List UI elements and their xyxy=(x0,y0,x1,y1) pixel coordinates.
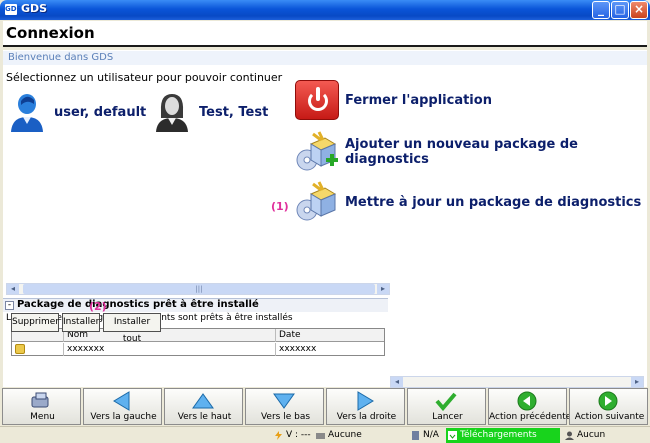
pending-header: - Package de diagnostics prêt à être ins… xyxy=(3,298,388,312)
voltage-status: V : --- xyxy=(272,428,312,443)
launch-button[interactable]: Lancer xyxy=(407,388,486,425)
pending-packages-section: - Package de diagnostics prêt à être ins… xyxy=(3,298,388,388)
add-package-icon xyxy=(295,130,339,174)
power-icon xyxy=(295,80,339,120)
toolbar-label: Vers la gauche xyxy=(90,412,157,422)
horizontal-scrollbar[interactable]: ◂ ||| ▸ xyxy=(6,283,390,295)
right-button[interactable]: Vers la droite xyxy=(326,388,405,425)
scroll-thumb[interactable]: ||| xyxy=(23,284,375,294)
install-all-button[interactable]: Installer tout xyxy=(103,313,161,344)
package-name: xxxxxxx xyxy=(64,343,276,356)
table-row[interactable]: xxxxxxx xxxxxxx xyxy=(12,343,384,356)
action-label: Mettre à jour un package de diagnostics xyxy=(345,194,642,210)
add-package-action[interactable]: Ajouter un nouveau package de diagnostic… xyxy=(295,130,647,174)
maximize-button[interactable]: □ xyxy=(611,1,629,19)
user-name: user, default xyxy=(54,104,147,120)
page-header: Connexion xyxy=(3,21,647,47)
menu-button[interactable]: Menu xyxy=(2,388,81,425)
instruction-text: Sélectionnez un utilisateur pour pouvoir… xyxy=(6,71,283,84)
user-status: Aucun utilisateur xyxy=(563,428,650,443)
scroll-right-icon[interactable]: ▸ xyxy=(377,284,389,294)
collapse-toggle[interactable]: - xyxy=(5,301,14,310)
delete-button[interactable]: Supprimer xyxy=(11,313,59,332)
arrow-up-icon xyxy=(192,393,214,409)
scroll-left-icon[interactable]: ◂ xyxy=(391,377,403,387)
check-icon xyxy=(435,392,457,411)
package-icon xyxy=(15,344,25,354)
column-header-date[interactable]: Date xyxy=(276,329,384,342)
action-label: Fermer l'application xyxy=(345,92,492,108)
previous-action-button[interactable]: Action précédente xyxy=(488,388,572,425)
annotation-two: (2) xyxy=(89,300,107,313)
arrow-down-icon xyxy=(273,393,295,409)
toolbar-label: Menu xyxy=(30,412,55,422)
arrow-left-icon xyxy=(113,391,130,411)
lightning-icon xyxy=(275,431,282,440)
user-default[interactable]: user, default xyxy=(8,91,146,133)
package-date: xxxxxxx xyxy=(279,344,317,354)
toolbar-label: Vers le haut xyxy=(177,412,232,422)
next-icon xyxy=(598,391,618,411)
status-bar: V : --- Aucune connexion N/A Téléchargem… xyxy=(0,426,650,443)
downloads-status[interactable]: Téléchargements prêts ! xyxy=(446,428,560,443)
toolbar-label: Action suivante xyxy=(574,412,645,422)
page-title: Connexion xyxy=(6,24,95,42)
close-application-action[interactable]: Fermer l'application xyxy=(295,80,492,120)
update-package-icon xyxy=(295,180,339,224)
left-button[interactable]: Vers la gauche xyxy=(83,388,162,425)
update-package-action[interactable]: Mettre à jour un package de diagnostics xyxy=(295,180,641,224)
menu-icon xyxy=(31,392,49,408)
install-button[interactable]: Installer xyxy=(62,313,100,332)
user-icon xyxy=(565,431,574,440)
next-action-button[interactable]: Action suivante xyxy=(569,388,648,425)
arrow-right-icon xyxy=(357,391,374,411)
battery-icon xyxy=(412,431,419,440)
connection-status: Aucune connexion xyxy=(314,428,406,443)
action-label: Ajouter un nouveau package de diagnostic… xyxy=(345,137,578,167)
na-status: N/A xyxy=(409,428,443,443)
annotation-one: (1) xyxy=(271,200,289,213)
packages-grid: Nom Date xxxxxxx xxxxxxx xyxy=(11,328,385,356)
download-icon xyxy=(448,431,457,440)
title-bar: GDS GDS _ □ × xyxy=(0,0,650,20)
toolbar-label: Vers la droite xyxy=(336,412,397,422)
minimize-button[interactable]: _ xyxy=(592,1,610,19)
previous-icon xyxy=(517,391,537,411)
toolbar-label: Lancer xyxy=(432,412,463,422)
window-title: GDS xyxy=(21,2,48,15)
connection-icon xyxy=(316,433,325,439)
scroll-right-icon[interactable]: ▸ xyxy=(631,377,643,387)
close-button[interactable]: × xyxy=(630,1,648,19)
toolbar-label: Action précédente xyxy=(489,412,572,422)
pending-title: Package de diagnostics prêt à être insta… xyxy=(17,299,259,310)
horizontal-scrollbar-right[interactable]: ◂ ▸ xyxy=(390,376,644,388)
app-icon: GDS xyxy=(5,4,22,15)
male-user-icon xyxy=(8,91,46,133)
scroll-left-icon[interactable]: ◂ xyxy=(7,284,19,294)
user-test[interactable]: Test, Test xyxy=(153,91,268,133)
down-button[interactable]: Vers le bas xyxy=(245,388,324,425)
bottom-toolbar: Menu Vers la gauche Vers le haut Vers le… xyxy=(2,388,648,425)
welcome-banner: Bienvenue dans GDS xyxy=(3,51,647,65)
user-name: Test, Test xyxy=(199,104,269,120)
toolbar-label: Vers le bas xyxy=(260,412,311,422)
up-button[interactable]: Vers le haut xyxy=(164,388,243,425)
female-user-icon xyxy=(153,91,191,133)
